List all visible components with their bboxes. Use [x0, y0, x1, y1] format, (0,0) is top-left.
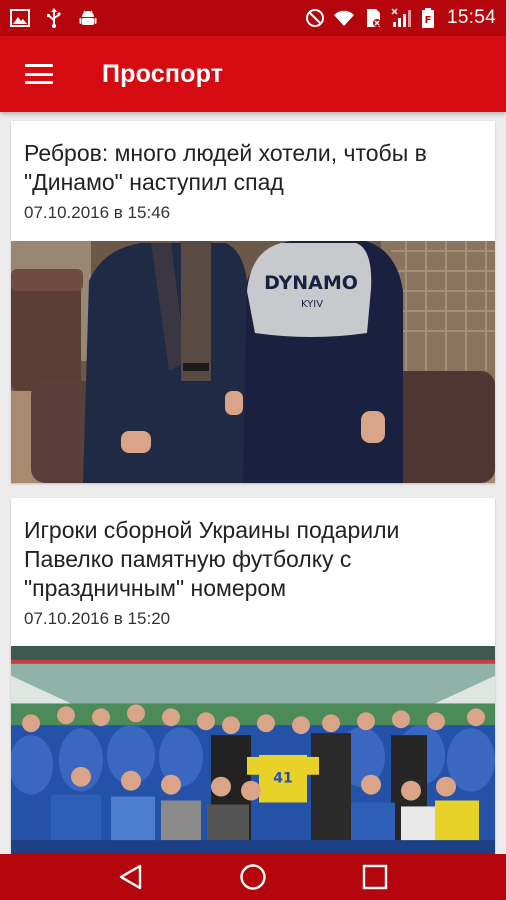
wifi-icon	[333, 10, 354, 26]
hamburger-menu-icon	[25, 64, 53, 84]
do-not-disturb-icon	[305, 9, 324, 27]
back-triangle-icon	[119, 864, 142, 890]
news-feed[interactable]: Ребров: много людей хотели, чтобы в "Дин…	[0, 112, 506, 854]
signal-icon	[391, 8, 411, 27]
back-button[interactable]	[111, 857, 151, 897]
article-text: Ребров: много людей хотели, чтобы в "Дин…	[11, 121, 495, 223]
article-image[interactable]: 41	[11, 646, 495, 854]
app-title: Проспорт	[102, 59, 224, 88]
status-bar: F 15:54	[0, 0, 506, 36]
status-left-icons	[10, 8, 98, 28]
article-card[interactable]: Игроки сборной Украины подарили Павелко …	[11, 498, 495, 854]
article-title[interactable]: Ребров: много людей хотели, чтобы в "Дин…	[24, 139, 482, 197]
article-card[interactable]: Ребров: много людей хотели, чтобы в "Дин…	[11, 121, 495, 483]
shirt-text: DYNAMO	[264, 272, 358, 294]
status-right-icons: F 15:54	[305, 7, 496, 29]
app-bar: Проспорт	[0, 36, 506, 112]
home-button[interactable]	[233, 857, 273, 897]
article-text: Игроки сборной Украины подарили Павелко …	[11, 498, 495, 629]
article-date: 07.10.2016 в 15:20	[24, 609, 171, 628]
battery-icon: F	[421, 8, 434, 28]
recents-square-icon	[362, 864, 388, 890]
navigation-bar	[0, 854, 506, 900]
article-title[interactable]: Игроки сборной Украины подарили Павелко …	[24, 516, 482, 603]
sim-icon	[366, 9, 381, 27]
article-image[interactable]: DYNAMO KYIV	[11, 241, 495, 483]
jersey-number: 41	[273, 771, 292, 787]
menu-button[interactable]	[0, 36, 78, 112]
status-time: 15:54	[446, 7, 496, 28]
recents-button[interactable]	[355, 857, 395, 897]
image-icon	[10, 9, 30, 27]
android-icon	[79, 10, 97, 25]
usb-icon	[47, 8, 61, 28]
article-date: 07.10.2016 в 15:46	[24, 203, 171, 222]
svg-text:F: F	[425, 15, 432, 26]
home-circle-icon	[240, 864, 266, 890]
shirt-subtext: KYIV	[301, 299, 323, 310]
